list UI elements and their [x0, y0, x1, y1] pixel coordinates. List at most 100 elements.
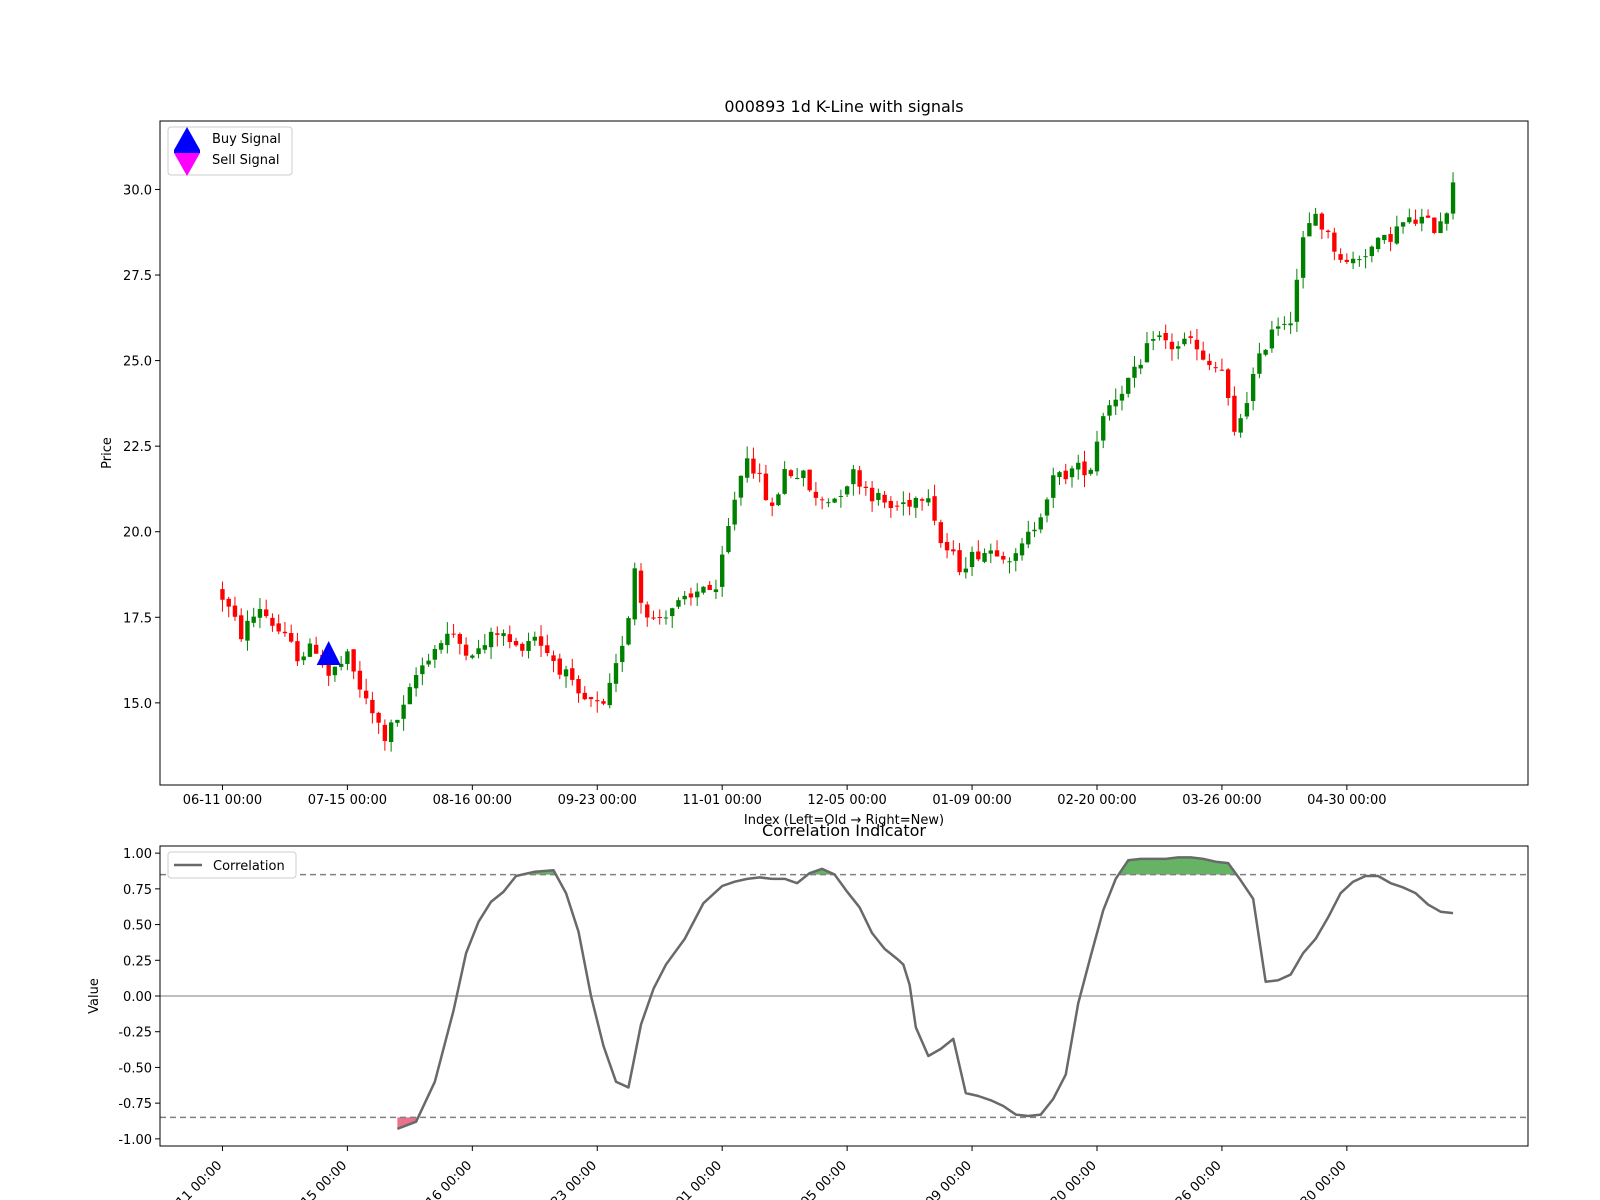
candle-body [607, 682, 612, 706]
candle-body [1213, 367, 1218, 369]
candle-body [1432, 217, 1437, 233]
candle-body [695, 591, 700, 598]
candle-body [351, 649, 356, 672]
legend-buy-sell-bar [174, 150, 200, 153]
kline-ytick-label: 25.0 [123, 355, 152, 370]
candle-body [588, 697, 594, 700]
candle-body [1250, 373, 1256, 402]
kline-xtick-label: 12-05 00:00 [807, 793, 886, 808]
candle-body [1057, 472, 1062, 478]
candle-body [1144, 343, 1150, 363]
candle-body [813, 491, 819, 498]
candle-body [1076, 462, 1081, 470]
candle-body [1219, 369, 1225, 371]
correlation-ytick-label: -0.75 [118, 1097, 152, 1112]
candle-body [801, 470, 806, 479]
candle-body [1113, 399, 1118, 407]
kline-ylabel: Price [100, 437, 115, 469]
candle-body [788, 470, 794, 477]
candle-body [507, 634, 512, 643]
kline-candles [220, 172, 1456, 752]
candle-body [432, 648, 438, 660]
candle-body [1244, 403, 1250, 417]
candle-body [426, 660, 431, 665]
candle-body [301, 656, 306, 661]
candle-body [888, 500, 894, 509]
candle-body [913, 497, 919, 508]
candle-body [882, 494, 887, 503]
candle-body [819, 499, 825, 501]
correlation-ylabel: Value [87, 978, 102, 1014]
correlation-xtick-label: 04-30 00:00 [1283, 1158, 1350, 1200]
candle-body [632, 568, 637, 620]
candle-body [769, 502, 775, 506]
candle-body [1225, 369, 1231, 399]
candle-body [1257, 353, 1262, 374]
candle-body [701, 586, 706, 593]
kline-ytick-label: 22.5 [123, 440, 152, 455]
candle-body [776, 494, 781, 506]
candle-body [1400, 222, 1406, 227]
candle-body [563, 669, 569, 677]
kline-y-ticks: 15.0 17.5 20.0 22.5 25.0 27.5 30.0 [123, 183, 160, 712]
candle-body [282, 631, 288, 634]
candle-body [595, 700, 600, 702]
candle-body [838, 495, 844, 497]
candle-body [726, 526, 731, 553]
correlation-legend: Correlation [167, 851, 297, 879]
kline-xtick-label: 02-20 00:00 [1057, 793, 1136, 808]
candle-body [682, 595, 687, 600]
candle-body [1363, 256, 1368, 258]
kline-ytick-label: 30.0 [123, 183, 152, 198]
candle-body [844, 486, 850, 495]
candle-body [401, 704, 406, 719]
candle-body [1126, 377, 1131, 394]
candle-body [251, 616, 256, 623]
correlation-ytick-label: 0.00 [123, 990, 152, 1005]
legend-buy-label: Buy Signal [212, 132, 281, 147]
candle-body [938, 522, 944, 544]
candle-body [751, 458, 756, 474]
candle-body [901, 502, 906, 505]
candle-body [944, 541, 950, 551]
candle-body [744, 458, 750, 478]
candle-body [1082, 461, 1087, 476]
candle-body [557, 658, 562, 675]
candle-body [963, 568, 968, 573]
candle-body [1013, 553, 1018, 561]
correlation-ytick-label: 0.50 [123, 919, 152, 934]
correlation-ytick-label: -1.00 [118, 1133, 152, 1148]
candle-body [763, 473, 769, 501]
candle-body [1182, 338, 1187, 345]
candle-body [1375, 237, 1381, 250]
candle-body [257, 609, 263, 618]
candle-body [688, 593, 694, 598]
candle-body [1069, 468, 1075, 478]
candle-body [1063, 470, 1068, 480]
candle-body [1138, 364, 1143, 369]
kline-ytick-label: 15.0 [123, 697, 152, 712]
correlation-chart: Correlation Indicator -1.00 -0.75 -0.50 -0.… [87, 821, 1529, 1200]
kline-chart: 000893 1d K-Line with signals 15.0 17.5 20… [100, 97, 1529, 828]
candle-body [438, 643, 444, 650]
candle-body [932, 496, 937, 521]
candle-body [1107, 405, 1112, 416]
candle-body [370, 699, 375, 714]
correlation-ytick-label: 1.00 [123, 847, 152, 862]
candle-body [488, 631, 494, 648]
candle-body [1444, 213, 1449, 224]
candle-body [720, 554, 725, 587]
candle-body [1019, 543, 1025, 556]
candle-body [1413, 219, 1418, 224]
candle-body [232, 605, 238, 617]
candle-body [976, 551, 981, 560]
candle-body [363, 690, 369, 699]
candle-body [638, 570, 644, 603]
correlation-line [396, 856, 1454, 1131]
candle-body [239, 615, 244, 640]
candle-body [807, 469, 812, 491]
correlation-title: Correlation Indicator [762, 821, 926, 840]
candle-body [1207, 360, 1212, 366]
candle-body [657, 617, 662, 619]
kline-xtick-label: 06-11 00:00 [183, 793, 262, 808]
